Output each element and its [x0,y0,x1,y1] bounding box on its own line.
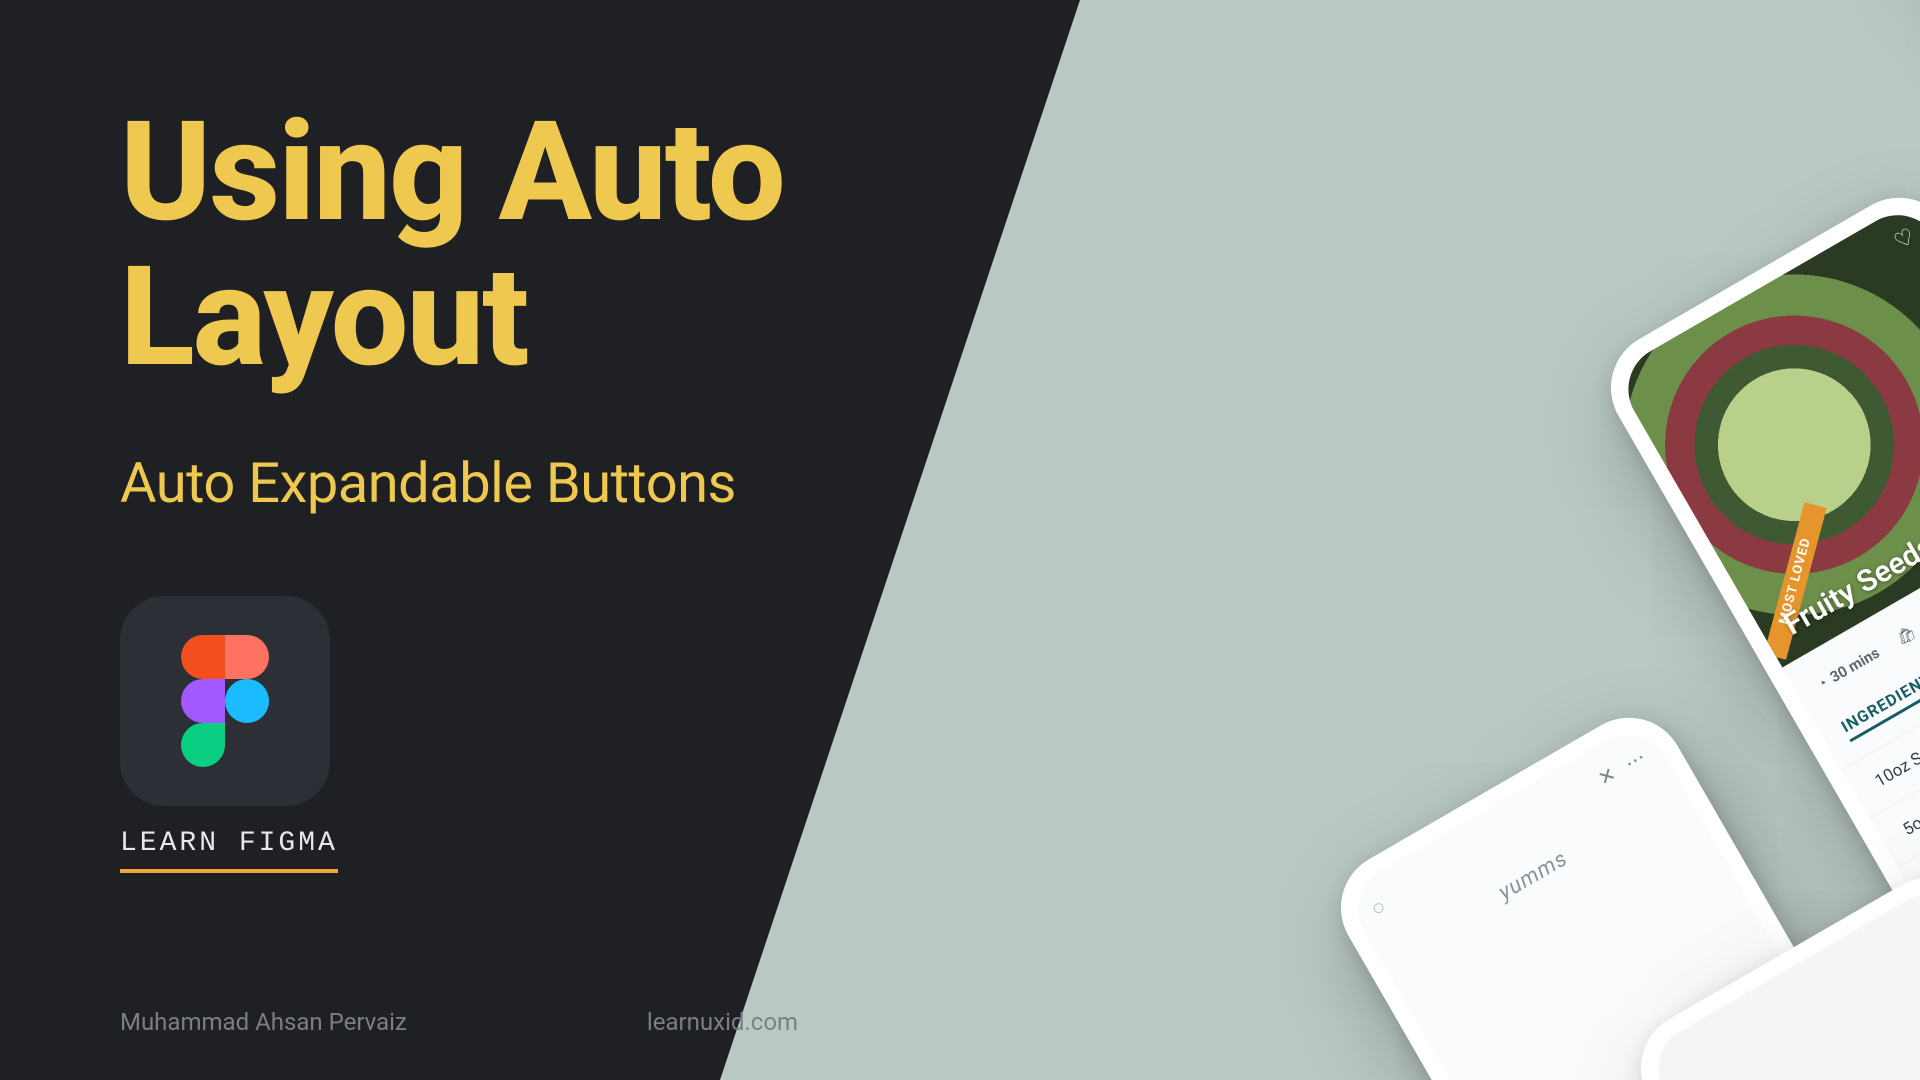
author-name: Muhammad Ahsan Pervaiz [120,1008,407,1036]
slide-title: Using Auto Layout [120,100,1100,390]
category-column: MOST Fig Ch BIRTHDAY SPECIAL Purple Haze… [1867,0,1920,218]
clock-icon: ◔ [1814,674,1831,694]
figma-logo-icon [181,635,269,767]
close-icon[interactable]: ✕ [1593,761,1620,790]
meta-persons: 4 persons [1914,587,1920,636]
meta-time: 30 mins [1827,644,1883,687]
figma-badge: LEARN FIGMA [120,596,338,873]
search-icon[interactable]: ◌ [1367,894,1390,922]
slide: Using Auto Layout Auto Expandable Button… [0,0,1920,1080]
badge-label: LEARN FIGMA [120,828,338,873]
site-url: learnuxid.com [647,1008,798,1036]
left-panel: Using Auto Layout Auto Expandable Button… [0,0,1100,1080]
more-icon[interactable]: ⋯ [1620,744,1649,775]
slide-footer: Muhammad Ahsan Pervaiz learnuxid.com [120,1008,798,1036]
bag-icon: 🛍 [1893,623,1918,648]
slide-subtitle: Auto Expandable Buttons [120,450,1100,516]
figma-logo-box [120,596,330,806]
